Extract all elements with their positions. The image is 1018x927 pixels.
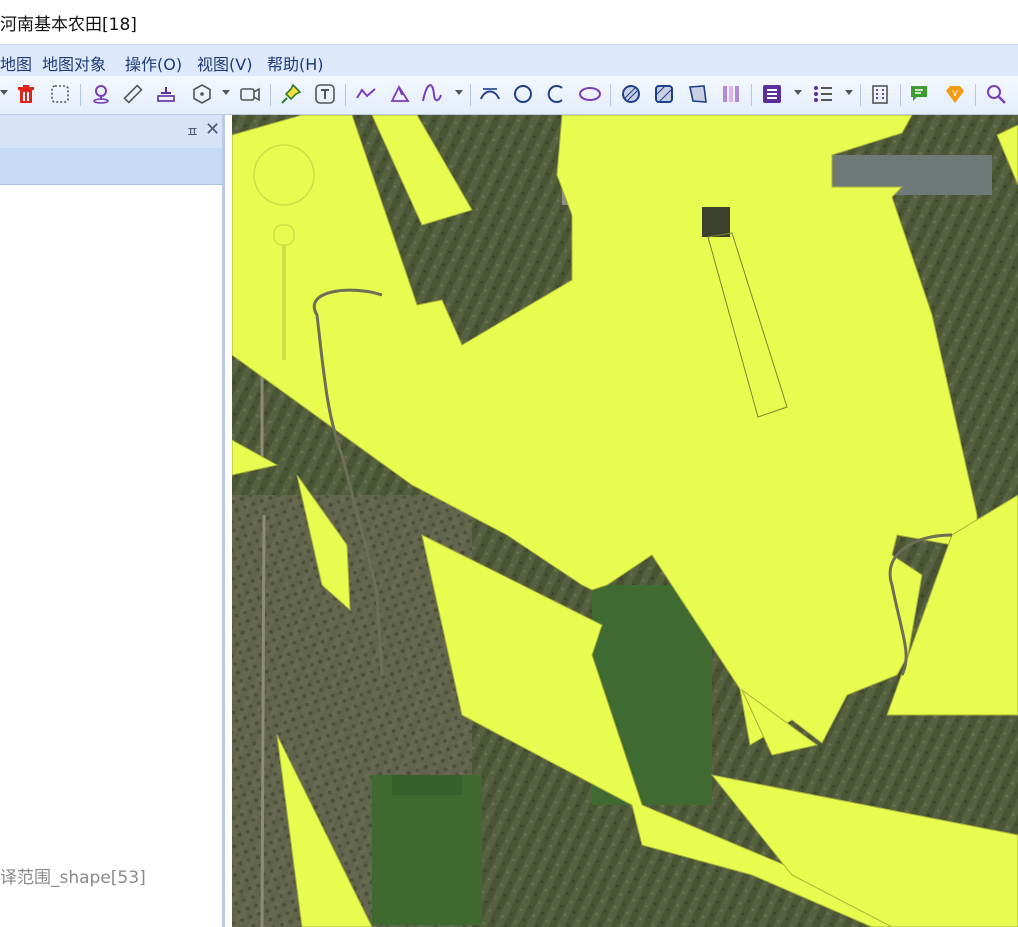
hatch-poly-icon[interactable]	[686, 82, 710, 106]
toolbar-separator	[345, 84, 346, 106]
dropdown-arrow-icon[interactable]	[0, 90, 8, 95]
circle-icon[interactable]	[511, 82, 535, 106]
menu-map[interactable]: 地图	[0, 51, 32, 75]
ellipse-icon[interactable]	[578, 82, 602, 106]
toolbar-separator	[610, 84, 611, 106]
toolbar-separator	[470, 84, 471, 106]
menu-bar: 地图 地图对象 操作(O) 视图(V) 帮助(H)	[0, 44, 1018, 76]
building-icon[interactable]	[868, 82, 892, 106]
toolbar-separator	[900, 84, 901, 106]
window-title: 河南基本农田[18]	[0, 15, 137, 35]
measure-icon[interactable]	[121, 82, 145, 106]
polyline-icon[interactable]	[354, 82, 378, 106]
delete-icon[interactable]	[14, 82, 38, 106]
imagery-green-field	[392, 775, 462, 795]
arc-icon[interactable]	[478, 82, 502, 106]
menu-operation[interactable]: 操作(O)	[125, 51, 182, 75]
arc-open-icon[interactable]	[544, 82, 568, 106]
hatch-circle-icon[interactable]	[619, 82, 643, 106]
menu-map-objects[interactable]: 地图对象	[42, 51, 106, 75]
imagery-dark-plot	[702, 207, 730, 237]
toolbar-separator	[270, 84, 271, 106]
menu-help[interactable]: 帮助(H)	[267, 51, 324, 75]
barcode-icon[interactable]	[719, 82, 743, 106]
search-icon[interactable]	[984, 82, 1008, 106]
imagery-green-field	[372, 775, 482, 925]
map-canvas[interactable]	[232, 115, 1018, 927]
toolbar-separator	[751, 84, 752, 106]
toolbar-separator	[860, 84, 861, 106]
layer-panel: ㅍ ✕ 译范围_shape[53]	[0, 115, 225, 927]
3d-cube-icon[interactable]	[190, 82, 214, 106]
dropdown-arrow-icon[interactable]	[222, 90, 230, 95]
dropdown-arrow-icon[interactable]	[794, 90, 802, 95]
toolbar-separator	[975, 84, 976, 106]
menu-view[interactable]: 视图(V)	[197, 51, 252, 75]
hatch-square-icon[interactable]	[652, 82, 676, 106]
layer-label[interactable]: 译范围_shape[53]	[0, 863, 146, 888]
area-ruler-icon[interactable]	[154, 82, 178, 106]
camera-icon[interactable]	[238, 82, 262, 106]
title-bar: 河南基本农田[18]	[0, 0, 1018, 42]
vip-diamond-icon[interactable]: V	[943, 82, 967, 106]
rectangle-select-icon[interactable]	[48, 82, 72, 106]
pushpin-icon[interactable]	[279, 82, 303, 106]
layer-book-icon[interactable]	[760, 82, 784, 106]
map-view[interactable]	[232, 115, 1018, 927]
dropdown-arrow-icon[interactable]	[455, 90, 463, 95]
panel-tab-strip	[0, 148, 222, 185]
pin-icon[interactable]: ㅍ	[186, 122, 199, 142]
curve-icon[interactable]	[420, 82, 444, 106]
location-pin-icon[interactable]	[89, 82, 113, 106]
toolbar: V	[0, 76, 1018, 115]
toolbar-separator	[80, 84, 81, 106]
close-icon[interactable]: ✕	[205, 119, 220, 140]
list-icon[interactable]	[811, 82, 835, 106]
panel-header: ㅍ ✕	[0, 115, 222, 148]
polygon-icon[interactable]	[388, 82, 412, 106]
text-icon[interactable]	[313, 82, 337, 106]
dropdown-arrow-icon[interactable]	[845, 90, 853, 95]
svg-text:V: V	[952, 89, 958, 98]
chat-icon[interactable]	[908, 82, 932, 106]
